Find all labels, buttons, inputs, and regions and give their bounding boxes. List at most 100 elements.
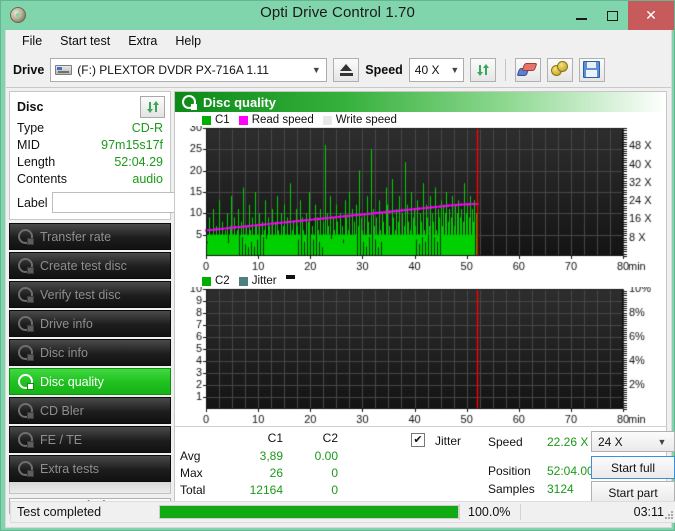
stats-row-label-max: Max [180, 466, 203, 480]
menu-start-test[interactable]: Start test [52, 32, 118, 50]
stats-row-label-total: Total [180, 483, 205, 497]
coins-icon [551, 61, 569, 78]
speed-label: Speed [365, 63, 403, 77]
disc-test-icon [18, 432, 33, 447]
c1-readspeed-chart[interactable]: C1 Read speed Write speed [175, 112, 666, 274]
status-bar: Test completed 100.0% 03:11 [10, 501, 675, 523]
page-title: Disc quality [203, 95, 276, 110]
resize-grip[interactable] [663, 509, 673, 519]
sidebar-item-disc-quality[interactable]: Disc quality [9, 368, 171, 395]
disc-row-type: Type CD-R [10, 120, 170, 137]
disc-row-key: Contents [17, 171, 67, 188]
sidebar-item-disc-info[interactable]: Disc info [9, 339, 171, 366]
drive-select[interactable]: (F:) PLEXTOR DVDR PX-716A 1.11 ▼ [50, 58, 327, 82]
disc-row-length: Length 52:04.29 [10, 154, 170, 171]
sidebar-item-label: Create test disc [40, 259, 127, 273]
sidebar: Disc Type CD-R [6, 88, 174, 510]
legend-item-read-speed: Read speed [239, 113, 314, 127]
toolbar-separator [505, 59, 506, 81]
legend-item-write-speed: Write speed [323, 113, 397, 127]
disc-test-icon [18, 403, 33, 418]
disc-quality-panel: Disc quality C1 Read speed [174, 91, 667, 510]
legend-item-c1: C1 [202, 113, 230, 127]
sidebar-item-label: Verify test disc [40, 288, 121, 302]
chevron-down-icon: ▼ [308, 65, 324, 75]
sidebar-item-transfer-rate[interactable]: Transfer rate [9, 223, 171, 250]
disc-test-icon [18, 374, 33, 389]
speed-stat-label: Speed [488, 435, 523, 449]
refresh-icon [476, 63, 490, 77]
position-stat-label: Position [488, 464, 531, 478]
speed-select[interactable]: 40 X ▼ [409, 58, 464, 82]
save-icon [583, 61, 600, 78]
disc-info-title: Disc [17, 100, 43, 114]
stats-total-c1: 12164 [235, 483, 283, 497]
sidebar-item-extra-tests[interactable]: Extra tests [9, 455, 171, 482]
disc-row-key: Length [17, 154, 55, 171]
legend-label: C2 [215, 275, 230, 287]
disc-test-icon [18, 316, 33, 331]
drive-toolbar: Drive (F:) PLEXTOR DVDR PX-716A 1.11 ▼ S… [6, 52, 671, 88]
disc-label-row: Label [10, 188, 170, 219]
refresh-button[interactable] [470, 58, 496, 82]
main-body: Disc Type CD-R [6, 88, 671, 510]
disc-label-key: Label [17, 196, 48, 210]
elapsed-time: 03:11 [521, 505, 675, 519]
stats-col-header-c1: C1 [235, 431, 283, 445]
disc-row-value: 97m15s17f [101, 137, 163, 154]
sidebar-item-fe-te[interactable]: FE / TE [9, 426, 171, 453]
app-window: Opti Drive Control 1.70 ✕ File Start tes… [0, 0, 675, 531]
bonus-button[interactable] [547, 58, 573, 82]
sidebar-item-cd-bler[interactable]: CD Bler [9, 397, 171, 424]
samples-stat-label: Samples [488, 482, 535, 496]
legend-dash-marker [286, 275, 295, 279]
chevron-down-icon: ▼ [447, 65, 463, 75]
stats-panel: C1 C2 Avg 3,89 0.00 Max 26 0 Total 12164… [175, 426, 666, 496]
status-message: Test completed [11, 505, 159, 519]
samples-stat-value: 3124 [547, 482, 574, 496]
stats-row-label-avg: Avg [180, 449, 200, 463]
test-speed-select[interactable]: 24 X ▼ [591, 431, 675, 452]
legend-swatch [323, 116, 332, 125]
menu-help[interactable]: Help [167, 32, 209, 50]
stats-avg-c1: 3,89 [235, 449, 283, 463]
legend-label: C1 [215, 114, 230, 126]
start-full-button[interactable]: Start full [591, 456, 675, 479]
disc-test-icon [18, 287, 33, 302]
eraser-icon [518, 62, 537, 78]
disc-test-icon [18, 258, 33, 273]
disc-row-value: audio [132, 171, 163, 188]
stats-max-c2: 0 [290, 466, 338, 480]
maximize-button[interactable] [597, 1, 628, 30]
menu-extra[interactable]: Extra [120, 32, 165, 50]
sidebar-item-drive-info[interactable]: Drive info [9, 310, 171, 337]
legend-swatch [239, 277, 248, 286]
close-button[interactable]: ✕ [628, 1, 674, 30]
jitter-checkbox[interactable]: ✔ [411, 433, 425, 447]
save-button[interactable] [579, 58, 605, 82]
legend-label: Jitter [252, 275, 277, 287]
sidebar-item-create-test-disc[interactable]: Create test disc [9, 252, 171, 279]
menu-file[interactable]: File [14, 32, 50, 50]
eject-button[interactable] [333, 58, 359, 82]
disc-refresh-button[interactable] [140, 96, 165, 118]
sidebar-item-verify-test-disc[interactable]: Verify test disc [9, 281, 171, 308]
disc-info-header: Disc [10, 92, 170, 120]
legend-item-jitter: Jitter [239, 274, 277, 288]
drive-label: Drive [13, 63, 44, 77]
nav-list: Transfer rate Create test disc Verify te… [9, 223, 171, 482]
legend-swatch [202, 277, 211, 286]
minimize-button[interactable] [566, 1, 597, 30]
sidebar-item-label: Disc quality [40, 375, 104, 389]
stats-total-c2: 0 [290, 483, 338, 497]
c2-jitter-chart[interactable]: C2 Jitter [175, 274, 666, 426]
erase-button[interactable] [515, 58, 541, 82]
disc-quality-icon [182, 95, 196, 109]
legend-label: Write speed [336, 114, 397, 126]
disc-row-value: CD-R [132, 120, 163, 137]
stats-max-c1: 26 [235, 466, 283, 480]
disc-test-icon [18, 229, 33, 244]
chevron-down-icon: ▼ [654, 437, 670, 447]
jitter-label: Jitter [435, 434, 461, 448]
sidebar-spacer [9, 482, 171, 494]
